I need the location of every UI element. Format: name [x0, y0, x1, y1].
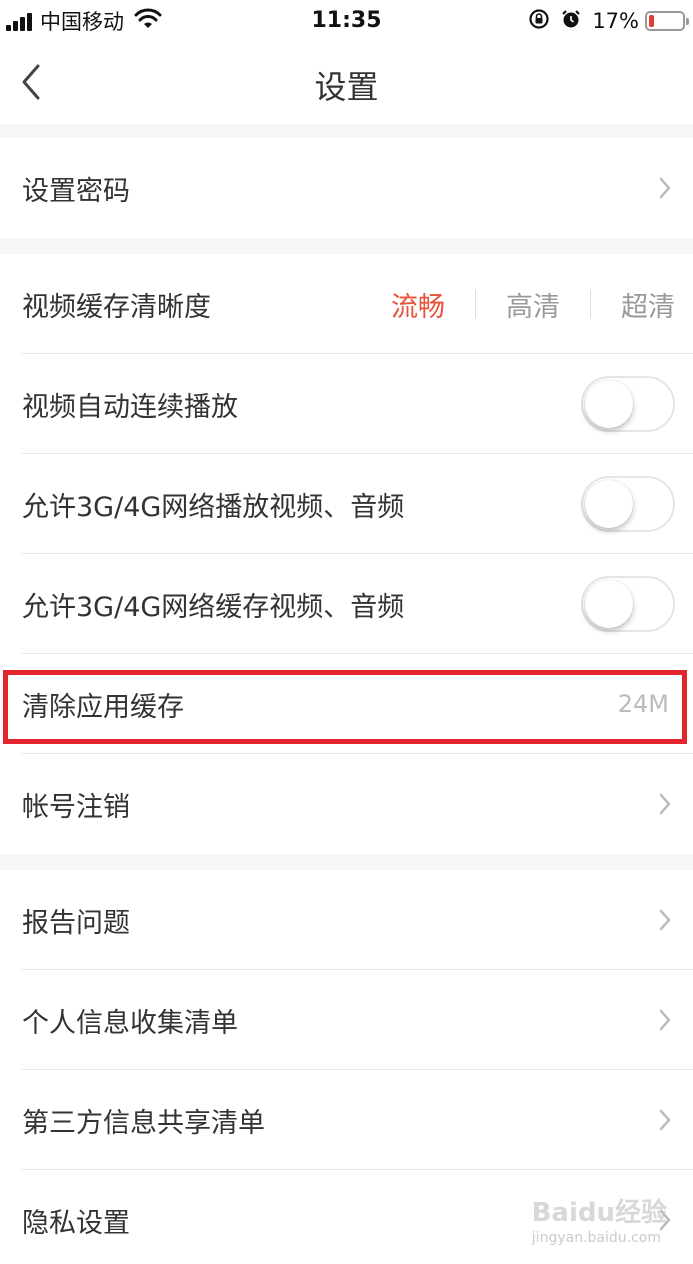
quality-option-uhd[interactable]: 超清 — [621, 285, 675, 324]
battery-fill — [649, 15, 655, 27]
watermark-url: jingyan.baidu.com — [531, 1230, 661, 1246]
autoplay-row: 视频自动连续播放 — [0, 354, 693, 454]
rotation-lock-icon — [528, 8, 550, 34]
third-party-label: 第三方信息共享清单 — [22, 1107, 265, 1139]
autoplay-label: 视频自动连续播放 — [22, 391, 238, 423]
battery-icon — [645, 11, 689, 31]
chevron-right-icon — [655, 1005, 675, 1035]
video-quality-label: 视频缓存清晰度 — [22, 291, 211, 323]
cellular-cache-row: 允许3G/4G网络缓存视频、音频 — [0, 554, 693, 654]
cellular-play-label: 允许3G/4G网络播放视频、音频 — [22, 491, 405, 523]
set-password-label: 设置密码 — [22, 175, 130, 207]
cellular-play-toggle[interactable] — [581, 476, 675, 532]
cellular-cache-toggle[interactable] — [581, 576, 675, 632]
autoplay-toggle[interactable] — [581, 376, 675, 432]
group-account: 设置密码 — [0, 138, 693, 238]
battery-percent: 17% — [592, 9, 639, 33]
status-bar: 中国移动 11:35 17% — [0, 0, 693, 42]
quality-selector: 流畅 高清 超清 — [391, 285, 675, 324]
report-row[interactable]: 报告问题 — [0, 870, 693, 970]
chevron-right-icon — [655, 1105, 675, 1135]
quality-option-hd[interactable]: 高清 — [506, 285, 560, 324]
group-media: 视频缓存清晰度 流畅 高清 超清 视频自动连续播放 允许3G/4G网络播放视频、… — [0, 254, 693, 854]
chevron-right-icon — [655, 173, 675, 203]
cellular-cache-label: 允许3G/4G网络缓存视频、音频 — [22, 591, 405, 623]
quality-divider — [475, 290, 476, 318]
third-party-row[interactable]: 第三方信息共享清单 — [0, 1070, 693, 1170]
quality-option-smooth[interactable]: 流畅 — [391, 285, 445, 324]
status-right: 17% — [528, 8, 689, 34]
chevron-right-icon — [655, 905, 675, 935]
account-cancel-label: 帐号注销 — [22, 791, 130, 823]
watermark-logo: Baidu经验 — [531, 1198, 667, 1228]
report-label: 报告问题 — [22, 907, 130, 939]
highlight-box — [3, 670, 687, 744]
account-cancel-row[interactable]: 帐号注销 — [0, 754, 693, 854]
nav-bar: 设置 — [0, 42, 693, 124]
quality-divider — [590, 290, 591, 318]
cellular-play-row: 允许3G/4G网络播放视频、音频 — [0, 454, 693, 554]
personal-info-label: 个人信息收集清单 — [22, 1007, 238, 1039]
alarm-icon — [560, 8, 582, 34]
page-title: 设置 — [314, 68, 379, 106]
video-quality-row: 视频缓存清晰度 流畅 高清 超清 — [0, 254, 693, 354]
set-password-row[interactable]: 设置密码 — [0, 138, 693, 238]
chevron-right-icon — [655, 789, 675, 819]
personal-info-row[interactable]: 个人信息收集清单 — [0, 970, 693, 1070]
